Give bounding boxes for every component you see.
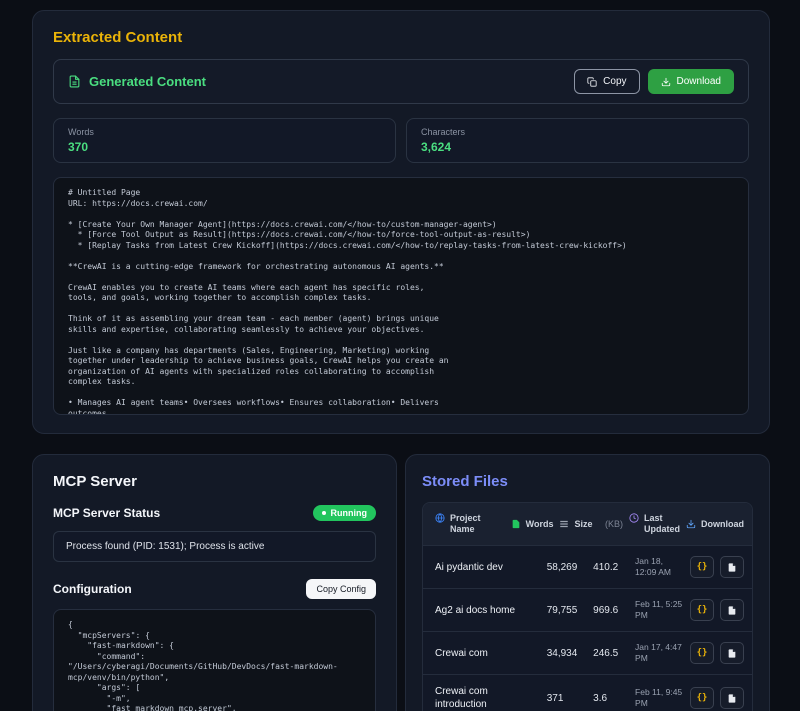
stored-files-panel: Stored Files Project Name Words <box>405 454 770 711</box>
words-label: Words <box>68 127 381 137</box>
characters-stat: Characters 3,624 <box>406 118 749 163</box>
characters-value: 3,624 <box>421 140 734 154</box>
stats-row: Words 370 Characters 3,624 <box>53 118 749 163</box>
copy-icon <box>587 77 597 87</box>
download-column-icon <box>686 519 696 529</box>
view-json-button[interactable]: {} <box>690 642 714 664</box>
json-braces-icon: {} <box>697 605 708 615</box>
extracted-content-text[interactable]: # Untitled Page URL: https://docs.crewai… <box>53 177 749 415</box>
view-json-button[interactable]: {} <box>690 556 714 578</box>
col-words: Words <box>511 519 554 530</box>
table-row[interactable]: Ai pydantic dev 58,269 410.2 Jan 18, 12:… <box>423 545 752 588</box>
extracted-content-panel: Extracted Content Generated Content Copy <box>32 10 770 434</box>
col-last-updated: Last Updated <box>629 513 680 535</box>
file-icon <box>727 605 737 616</box>
size-unit-label: (KB) <box>605 519 623 530</box>
file-words-icon <box>511 519 521 529</box>
download-button[interactable]: Download <box>648 69 734 94</box>
mcp-server-panel: MCP Server MCP Server Status Running Pro… <box>32 454 397 711</box>
download-icon <box>661 77 671 87</box>
globe-icon <box>435 513 445 523</box>
view-json-button[interactable]: {} <box>690 599 714 621</box>
running-badge-label: Running <box>331 508 368 518</box>
json-braces-icon: {} <box>697 693 708 703</box>
process-status-box: Process found (PID: 1531); Process is ac… <box>53 531 376 562</box>
file-icon <box>727 648 737 659</box>
clock-icon <box>629 513 639 523</box>
characters-label: Characters <box>421 127 734 137</box>
table-row[interactable]: Crewai com 34,934 246.5 Jan 17, 4:47 PM … <box>423 631 752 674</box>
copy-config-button[interactable]: Copy Config <box>306 579 376 599</box>
table-body: Ai pydantic dev 58,269 410.2 Jan 18, 12:… <box>423 545 752 711</box>
mcp-server-title: MCP Server <box>53 473 376 490</box>
table-row[interactable]: Crewai com introduction 371 3.6 Feb 11, … <box>423 674 752 711</box>
page: Extracted Content Generated Content Copy <box>0 0 800 711</box>
view-markdown-button[interactable] <box>720 599 744 621</box>
view-markdown-button[interactable] <box>720 642 744 664</box>
col-project-name: Project Name <box>435 513 505 535</box>
generated-content-label: Generated Content <box>89 74 206 89</box>
download-button-label: Download <box>677 76 721 87</box>
file-icon <box>727 693 737 704</box>
stored-files-table: Project Name Words Size (KB) <box>422 502 753 711</box>
copy-button-label: Copy <box>603 76 626 87</box>
table-header: Project Name Words Size (KB) <box>423 503 752 545</box>
mcp-status-heading: MCP Server Status <box>53 506 160 520</box>
col-download: Download <box>686 519 744 530</box>
extracted-content-title: Extracted Content <box>53 29 749 46</box>
mcp-config-text[interactable]: { "mcpServers": { "fast-markdown": { "co… <box>53 609 376 711</box>
json-braces-icon: {} <box>697 562 708 572</box>
configuration-heading: Configuration <box>53 582 132 596</box>
stored-files-title: Stored Files <box>422 473 753 490</box>
document-icon <box>68 75 81 88</box>
json-braces-icon: {} <box>697 648 708 658</box>
running-dot-icon <box>322 511 326 515</box>
col-size: Size (KB) <box>559 519 623 530</box>
table-row[interactable]: Ag2 ai docs home 79,755 969.6 Feb 11, 5:… <box>423 588 752 631</box>
running-status-badge: Running <box>313 505 377 521</box>
words-value: 370 <box>68 140 381 154</box>
view-markdown-button[interactable] <box>720 687 744 709</box>
words-stat: Words 370 <box>53 118 396 163</box>
view-json-button[interactable]: {} <box>690 687 714 709</box>
view-markdown-button[interactable] <box>720 556 744 578</box>
list-icon <box>559 519 569 529</box>
file-icon <box>727 562 737 573</box>
copy-button[interactable]: Copy <box>574 69 639 94</box>
generated-content-bar: Generated Content Copy Download <box>53 59 749 104</box>
